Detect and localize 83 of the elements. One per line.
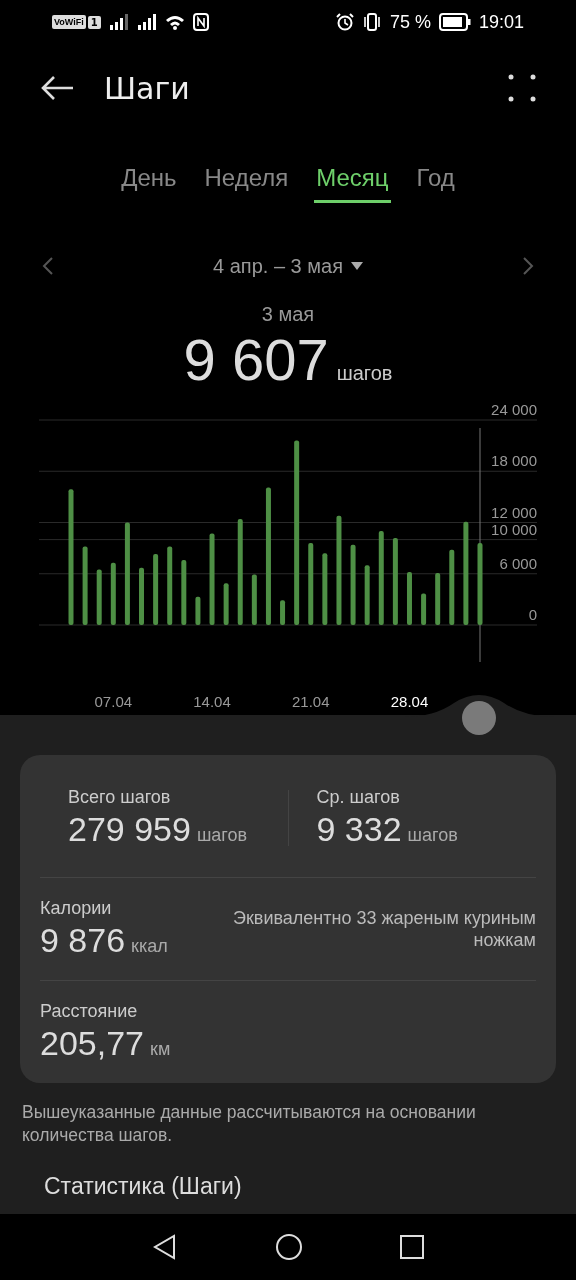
step-bar[interactable] <box>209 533 215 625</box>
y-axis-label: 24 000 <box>491 401 537 418</box>
wifi-icon <box>164 14 185 30</box>
total-steps-label: Всего шагов <box>68 787 172 808</box>
nfc-icon <box>192 13 209 31</box>
step-bar[interactable] <box>124 522 130 625</box>
home-icon[interactable] <box>275 1233 303 1261</box>
y-axis-label: 6 000 <box>499 554 537 572</box>
period-tab[interactable]: Месяц <box>314 155 391 203</box>
clock: 19:01 <box>478 11 524 33</box>
step-bar[interactable] <box>378 531 384 625</box>
period-tab[interactable]: Неделя <box>202 155 291 203</box>
wifi-calling-badge: VoWiFi <box>52 15 86 29</box>
step-bar[interactable] <box>364 565 370 625</box>
step-unit: шагов <box>336 362 393 385</box>
battery-icon <box>438 13 471 31</box>
distance-label: Расстояние <box>40 1001 139 1022</box>
step-bar[interactable] <box>68 489 74 625</box>
slider-handle[interactable] <box>462 701 496 735</box>
step-bar[interactable] <box>449 549 455 625</box>
step-bar[interactable] <box>265 487 271 625</box>
back-nav-icon[interactable] <box>152 1234 178 1260</box>
selected-date: 3 мая <box>260 303 316 326</box>
calories-value: 9 876 <box>40 921 126 960</box>
y-axis-label: 18 000 <box>491 452 537 470</box>
step-bar[interactable] <box>195 596 201 625</box>
step-bar[interactable] <box>294 440 300 625</box>
step-bar[interactable] <box>153 554 159 625</box>
step-bar[interactable] <box>463 521 469 625</box>
step-bar[interactable] <box>421 593 427 625</box>
calories-unit: ккал <box>131 936 168 957</box>
step-bar[interactable] <box>139 567 144 625</box>
page-title: Шаги <box>104 70 191 106</box>
period-tab[interactable]: День <box>119 155 179 203</box>
x-axis-label: 21.04 <box>292 693 330 710</box>
distance-unit: км <box>150 1039 171 1060</box>
total-steps-value: 279 959 <box>68 810 191 849</box>
signal-icon <box>108 14 129 30</box>
section-title: Статистика (Шаги) <box>44 1172 243 1200</box>
step-bar[interactable] <box>350 544 356 625</box>
x-axis-label: 28.04 <box>390 693 429 710</box>
step-bar[interactable] <box>477 543 483 625</box>
step-bar[interactable] <box>435 572 441 625</box>
battery-percent: 75 % <box>389 11 431 33</box>
back-icon[interactable] <box>40 75 74 101</box>
total-steps-unit: шагов <box>196 825 248 846</box>
step-bar[interactable] <box>336 515 342 625</box>
step-bar[interactable] <box>322 553 328 625</box>
previous-icon[interactable] <box>42 256 54 276</box>
step-count: 9 607 <box>183 326 329 393</box>
step-bar[interactable] <box>237 519 243 625</box>
next-icon[interactable] <box>522 256 534 276</box>
step-bar[interactable] <box>392 537 398 625</box>
step-bar[interactable] <box>280 600 286 625</box>
y-axis-label: 10 000 <box>491 520 537 538</box>
distance-value: 205,77 <box>40 1024 144 1063</box>
recents-icon[interactable] <box>400 1235 424 1259</box>
step-bar[interactable] <box>308 543 314 625</box>
step-bar[interactable] <box>82 546 88 625</box>
dropdown-icon <box>350 262 363 270</box>
calories-equivalent: Эквивалентно 33 жареным куриным ножкам <box>232 906 536 952</box>
vibrate-icon <box>361 13 382 31</box>
period-tab[interactable]: Год <box>414 155 457 203</box>
date-range-dropdown[interactable]: 4 апр. – 3 мая <box>207 253 369 279</box>
average-steps-label: Ср. шагов <box>316 787 401 808</box>
x-axis-label: 07.04 <box>94 693 133 710</box>
x-axis-label: 14.04 <box>193 693 231 710</box>
sim-badge: 1 <box>87 15 101 29</box>
step-bar[interactable] <box>181 560 187 625</box>
alarm-icon <box>335 13 354 31</box>
step-bar[interactable] <box>167 546 173 625</box>
footnote: Вышеуказанные данные рассчитываются на основании количества шагов. <box>21 1101 477 1147</box>
signal-icon <box>136 14 157 30</box>
y-axis-label: 0 <box>528 606 537 623</box>
calories-label: Калории <box>40 898 113 919</box>
step-bar[interactable] <box>96 569 102 625</box>
step-bar[interactable] <box>110 562 116 625</box>
average-steps-unit: шагов <box>407 825 458 846</box>
more-icon[interactable] <box>508 74 536 102</box>
y-axis-label: 12 000 <box>491 503 537 521</box>
step-bar[interactable] <box>223 583 229 625</box>
step-bar[interactable] <box>251 574 257 625</box>
average-steps-value: 9 332 <box>316 810 402 849</box>
